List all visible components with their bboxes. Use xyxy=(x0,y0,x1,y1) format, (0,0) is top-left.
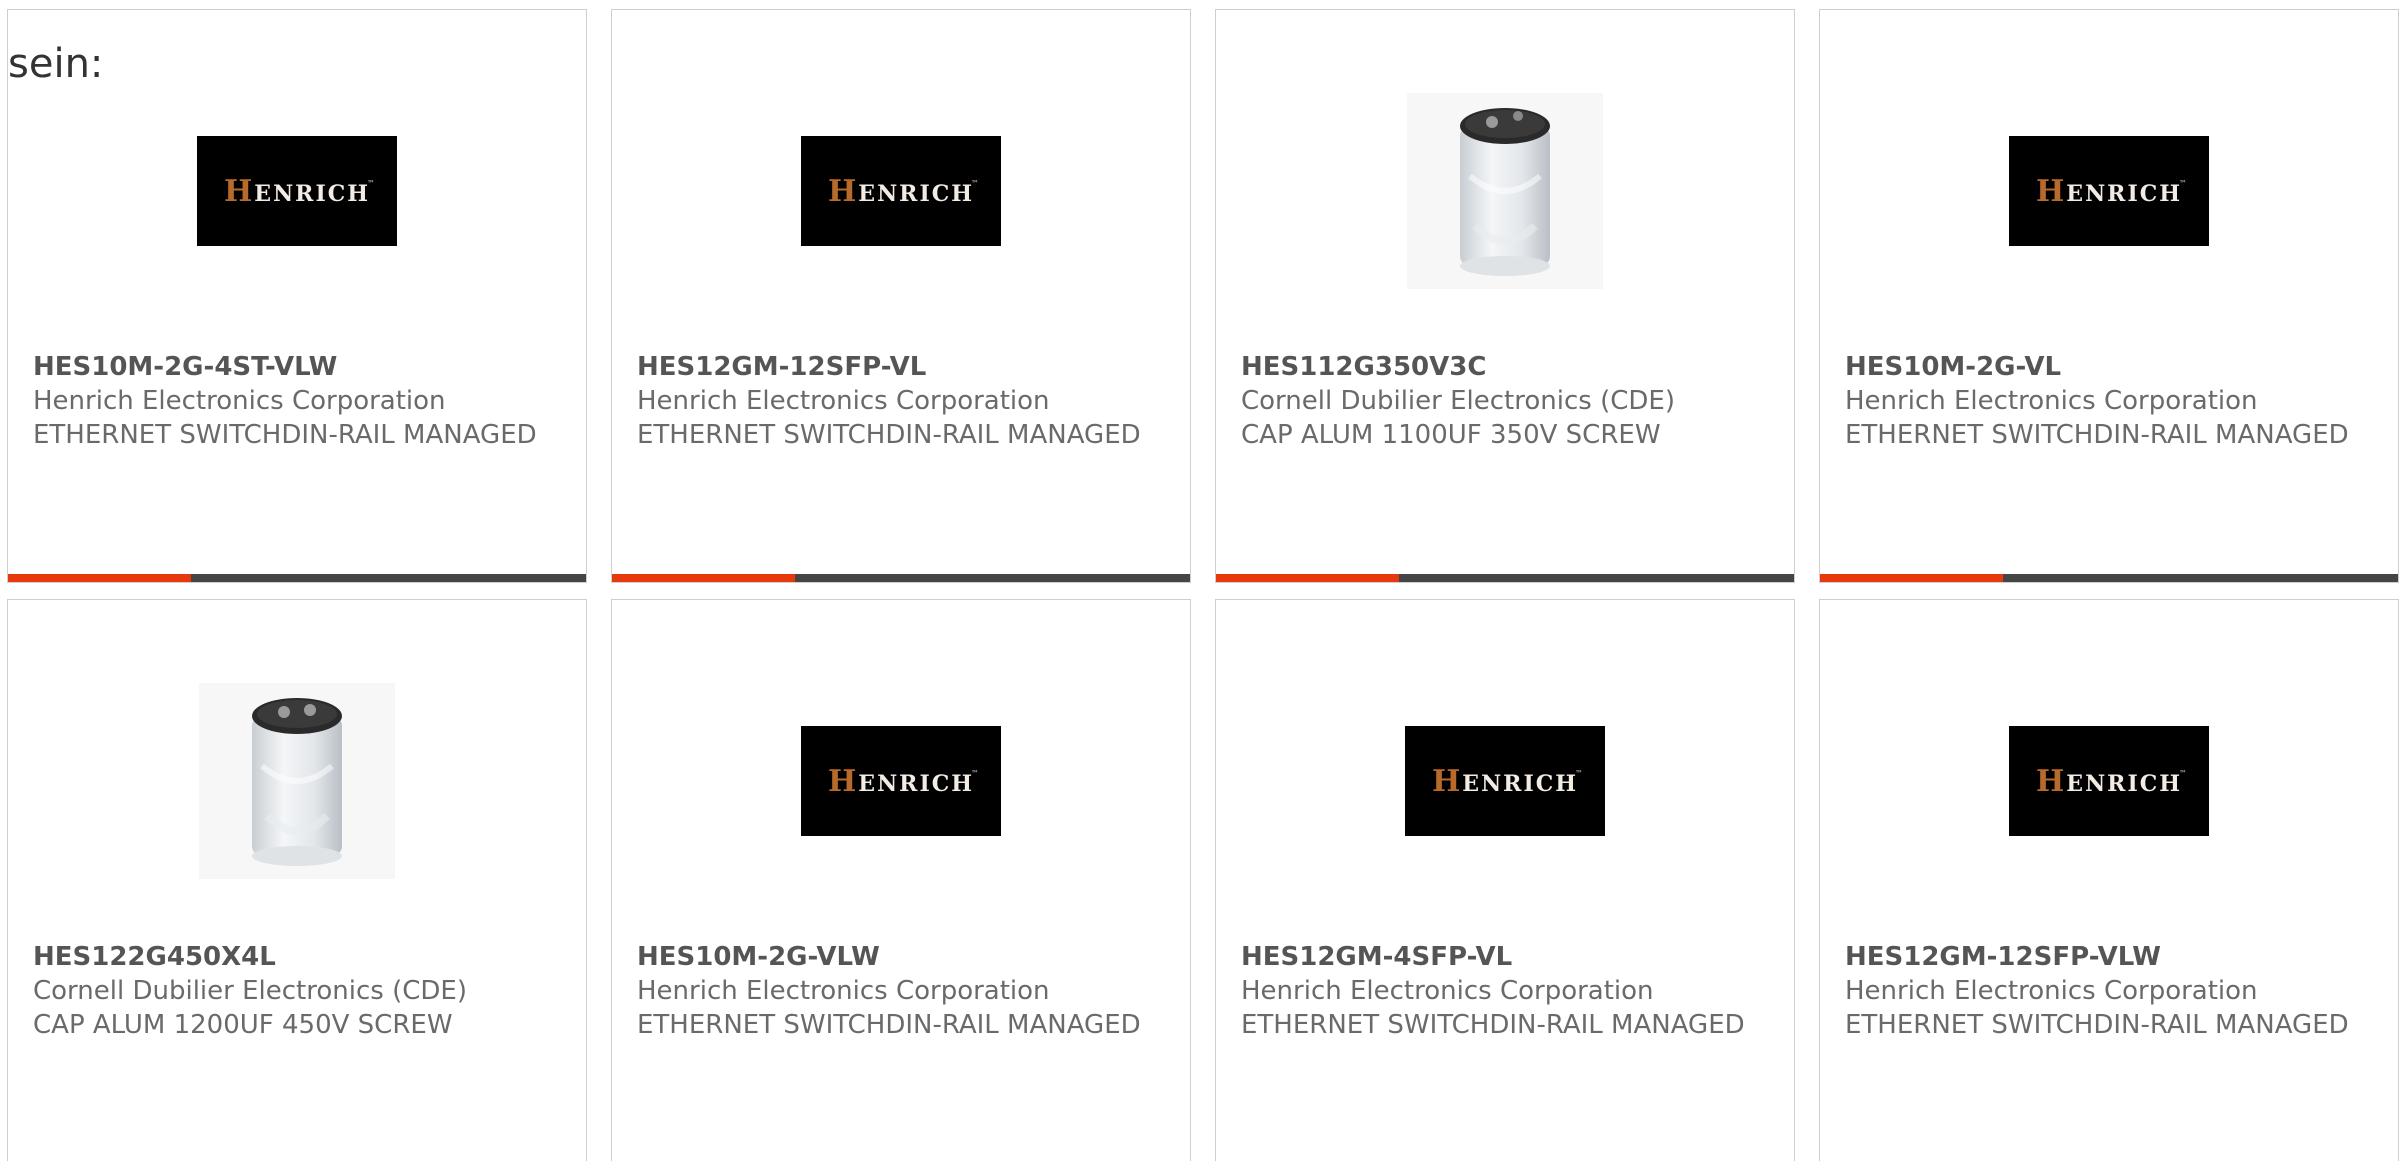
product-card[interactable]: HENRICH ™ HES12GM-12SFP-VLW Henrich Elec… xyxy=(1819,599,2399,1161)
capacitor-illustration xyxy=(252,698,342,866)
product-card[interactable]: HES122G450X4L Cornell Dubilier Electroni… xyxy=(7,599,587,1161)
product-grid-page: sein: HENRICH ™ HES10M-2G-4ST-VLW Henric… xyxy=(0,0,2400,1161)
intro-text: sein: xyxy=(8,41,104,87)
product-image[interactable] xyxy=(1405,91,1605,291)
part-number-link[interactable]: HES112G350V3C xyxy=(1241,350,1761,384)
manufacturer-name: Cornell Dubilier Electronics (CDE) xyxy=(33,976,467,1006)
product-image[interactable]: HENRICH ™ xyxy=(2009,681,2209,881)
manufacturer-name: Henrich Electronics Corporation xyxy=(1241,976,1654,1006)
part-number-link[interactable]: HES10M-2G-VL xyxy=(1845,350,2365,384)
part-number-link[interactable]: HES122G450X4L xyxy=(33,940,553,974)
part-number-link[interactable]: HES12GM-12SFP-VLW xyxy=(1845,940,2365,974)
product-image[interactable]: HENRICH ™ xyxy=(2009,91,2209,291)
product-card[interactable]: HENRICH ™ HES12GM-12SFP-VL Henrich Elect… xyxy=(611,9,1191,583)
part-number-link[interactable]: HES12GM-12SFP-VL xyxy=(637,350,1157,384)
manufacturer-name: Henrich Electronics Corporation xyxy=(637,976,1050,1006)
henrich-logo: HENRICH ™ xyxy=(197,136,397,246)
capacitor-photo xyxy=(199,683,395,879)
product-image[interactable]: HENRICH ™ xyxy=(801,91,1001,291)
manufacturer-name: Cornell Dubilier Electronics (CDE) xyxy=(1241,386,1675,416)
product-image[interactable]: HENRICH ™ xyxy=(1405,681,1605,881)
product-image[interactable]: HENRICH ™ xyxy=(197,91,397,291)
manufacturer-name: Henrich Electronics Corporation xyxy=(637,386,1050,416)
card-accent-bar xyxy=(8,574,586,582)
capacitor-illustration xyxy=(1460,108,1550,276)
capacitor-photo xyxy=(1407,93,1603,289)
product-description: ETHERNET SWITCHDIN-RAIL MANAGED xyxy=(1241,1010,1745,1040)
part-number-link[interactable]: HES12GM-4SFP-VL xyxy=(1241,940,1761,974)
henrich-logo: HENRICH ™ xyxy=(801,726,1001,836)
product-card[interactable]: HENRICH ™ HES10M-2G-VL Henrich Electroni… xyxy=(1819,9,2399,583)
card-accent-bar xyxy=(1216,574,1794,582)
product-description: ETHERNET SWITCHDIN-RAIL MANAGED xyxy=(1845,420,2349,450)
henrich-logo: HENRICH ™ xyxy=(2009,136,2209,246)
henrich-logo: HENRICH ™ xyxy=(2009,726,2209,836)
product-card[interactable]: HES112G350V3C Cornell Dubilier Electroni… xyxy=(1215,9,1795,583)
manufacturer-name: Henrich Electronics Corporation xyxy=(33,386,446,416)
product-card[interactable]: HENRICH ™ HES10M-2G-VLW Henrich Electron… xyxy=(611,599,1191,1161)
product-description: ETHERNET SWITCHDIN-RAIL MANAGED xyxy=(33,420,537,450)
product-description: CAP ALUM 1200UF 450V SCREW xyxy=(33,1010,453,1040)
manufacturer-name: Henrich Electronics Corporation xyxy=(1845,386,2258,416)
manufacturer-name: Henrich Electronics Corporation xyxy=(1845,976,2258,1006)
product-description: ETHERNET SWITCHDIN-RAIL MANAGED xyxy=(637,1010,1141,1040)
product-card[interactable]: HENRICH ™ HES10M-2G-4ST-VLW Henrich Elec… xyxy=(7,9,587,583)
product-image[interactable] xyxy=(197,681,397,881)
part-number-link[interactable]: HES10M-2G-VLW xyxy=(637,940,1157,974)
part-number-link[interactable]: HES10M-2G-4ST-VLW xyxy=(33,350,553,384)
product-card[interactable]: HENRICH ™ HES12GM-4SFP-VL Henrich Electr… xyxy=(1215,599,1795,1161)
henrich-logo: HENRICH ™ xyxy=(1405,726,1605,836)
product-description: CAP ALUM 1100UF 350V SCREW xyxy=(1241,420,1661,450)
product-image[interactable]: HENRICH ™ xyxy=(801,681,1001,881)
product-description: ETHERNET SWITCHDIN-RAIL MANAGED xyxy=(1845,1010,2349,1040)
henrich-logo: HENRICH ™ xyxy=(801,136,1001,246)
card-accent-bar xyxy=(612,574,1190,582)
product-description: ETHERNET SWITCHDIN-RAIL MANAGED xyxy=(637,420,1141,450)
card-accent-bar xyxy=(1820,574,2398,582)
